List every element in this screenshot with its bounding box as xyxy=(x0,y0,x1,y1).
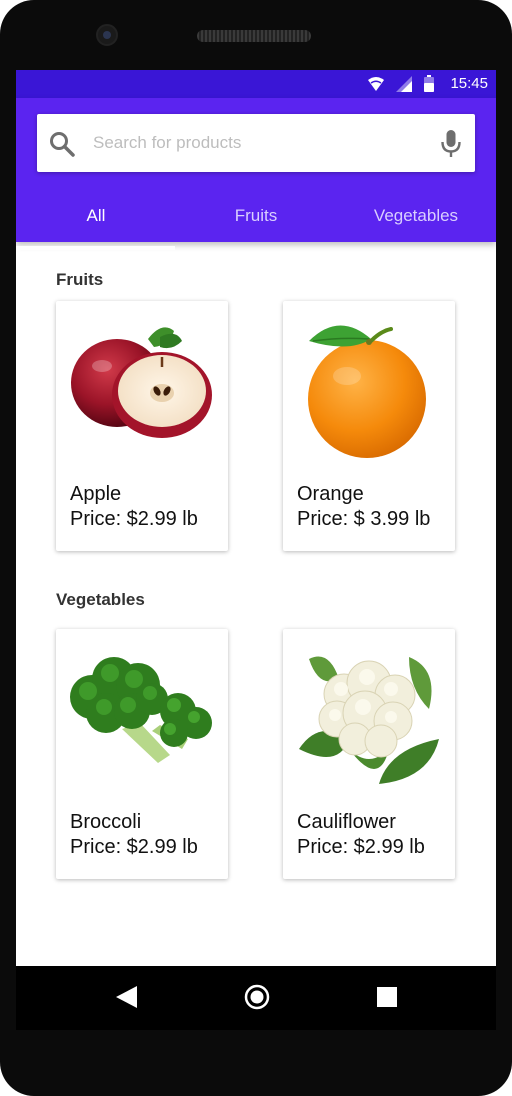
wifi-icon xyxy=(368,76,385,91)
apple-image xyxy=(71,327,212,438)
product-card-apple[interactable]: Apple Price: $2.99 lb xyxy=(56,301,228,551)
orange-image xyxy=(308,325,426,458)
back-icon[interactable] xyxy=(116,986,138,1013)
category-tabs: All Fruits Vegetables xyxy=(16,190,496,242)
product-card-cauliflower[interactable]: Cauliflower Price: $2.99 lb xyxy=(283,629,455,879)
tab-vegetables[interactable]: Vegetables xyxy=(336,190,496,242)
system-navigation-bar xyxy=(16,966,496,1030)
status-clock: 15:45 xyxy=(450,75,488,92)
product-name: Orange xyxy=(297,483,364,505)
product-name: Broccoli xyxy=(70,811,142,833)
section-title-vegetables: Vegetables xyxy=(56,590,145,609)
active-tab-indicator xyxy=(16,246,175,250)
product-name: Cauliflower xyxy=(297,811,396,833)
section-title-fruits: Fruits xyxy=(56,270,104,289)
product-price: Price: $2.99 lb xyxy=(70,836,198,858)
search-icon[interactable] xyxy=(49,131,75,162)
mic-icon[interactable] xyxy=(441,130,461,163)
signal-icon xyxy=(396,75,413,92)
product-card-broccoli[interactable]: Broccoli Price: $2.99 lb xyxy=(56,629,228,879)
broccoli-image xyxy=(70,657,212,763)
product-price: Price: $2.99 lb xyxy=(297,836,425,858)
recent-apps-icon[interactable] xyxy=(377,987,397,1012)
home-icon[interactable] xyxy=(244,984,270,1015)
cauliflower-image xyxy=(299,656,439,784)
search-input[interactable] xyxy=(93,126,423,160)
product-name: Apple xyxy=(70,483,122,505)
status-bar: 15:45 xyxy=(16,70,496,98)
phone-frame: 15:45 All Fruits Vegetables xyxy=(0,0,512,1096)
earpiece-speaker xyxy=(197,30,311,42)
screen: 15:45 All Fruits Vegetables xyxy=(16,70,496,1030)
battery-icon xyxy=(424,75,435,92)
app-bar: All Fruits Vegetables xyxy=(16,98,496,250)
product-card-orange[interactable]: Orange Price: $ 3.99 lb xyxy=(283,301,455,551)
front-camera xyxy=(96,24,118,46)
tab-fruits[interactable]: Fruits xyxy=(176,190,336,242)
product-price: Price: $2.99 lb xyxy=(70,508,198,530)
tab-all[interactable]: All xyxy=(16,190,176,242)
search-bar[interactable] xyxy=(37,114,475,172)
product-price: Price: $ 3.99 lb xyxy=(297,508,431,530)
